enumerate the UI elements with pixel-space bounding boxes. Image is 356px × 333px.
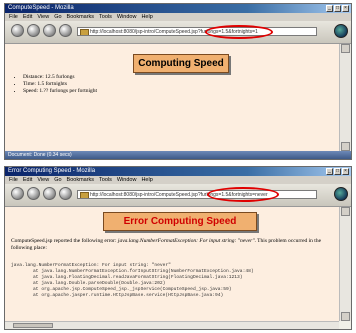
scroll-thumb[interactable] — [13, 323, 53, 328]
menu-view[interactable]: View — [37, 176, 49, 184]
menu-edit[interactable]: Edit — [23, 176, 32, 184]
error-type: java.lang.NumberFormatException: For inp… — [117, 238, 255, 244]
back-button[interactable] — [11, 187, 24, 200]
reload-button[interactable] — [43, 187, 56, 200]
page-heading: Error Computing Speed — [103, 212, 257, 231]
menu-go[interactable]: Go — [54, 13, 61, 21]
stop-button[interactable] — [59, 187, 72, 200]
menu-view[interactable]: View — [37, 13, 49, 21]
trace-line: at org.apache.jsp.ComputeSpeed_jsp._jspS… — [11, 287, 232, 292]
url-highlight-oval — [207, 187, 279, 202]
forward-button[interactable] — [27, 187, 40, 200]
page-heading: Computing Speed — [133, 54, 229, 73]
stack-trace: java.lang.NumberFormatException: For inp… — [11, 263, 254, 299]
menu-file[interactable]: File — [9, 176, 18, 184]
menu-file[interactable]: File — [9, 13, 18, 21]
trace-line: at org.apache.jasper.runtime.HttpJspBase… — [11, 293, 224, 298]
url-field[interactable]: http://localhost:8080/jsp-intro/ComputeS… — [77, 190, 317, 199]
menu-go[interactable]: Go — [54, 176, 61, 184]
menu-tools[interactable]: Tools — [99, 13, 112, 21]
trace-line: java.lang.NumberFormatException: For inp… — [11, 263, 171, 268]
page-content: Error Computing Speed ComputeSpeed.jsp r… — [5, 207, 339, 321]
maximize-icon[interactable]: □ — [334, 168, 341, 175]
menu-window[interactable]: Window — [117, 13, 137, 21]
nav-toolbar: http://localhost:8080/jsp-intro/ComputeS… — [5, 184, 351, 207]
menu-window[interactable]: Window — [117, 176, 137, 184]
back-button[interactable] — [11, 24, 24, 37]
close-icon[interactable]: × — [342, 168, 349, 175]
reload-button[interactable] — [43, 24, 56, 37]
window-titlebar[interactable]: Error Computing Speed - Mozilla _ □ × — [5, 167, 351, 176]
menu-bar: File Edit View Go Bookmarks Tools Window… — [5, 176, 351, 184]
throbber-icon — [334, 187, 348, 201]
minimize-icon[interactable]: _ — [326, 168, 333, 175]
time-item: Time: 1.5 fortnights — [23, 81, 97, 88]
scroll-up-icon[interactable] — [341, 44, 350, 53]
menu-help[interactable]: Help — [141, 176, 152, 184]
status-bar: Document: Done (0.34 secs) — [5, 151, 351, 159]
scroll-down-icon[interactable] — [341, 312, 350, 321]
vertical-scrollbar[interactable] — [339, 44, 351, 151]
speed-results-list: Distance: 12.5 furlongs Time: 1.5 fortni… — [11, 74, 97, 95]
page-content: Computing Speed Distance: 12.5 furlongs … — [5, 44, 339, 151]
window-title: Error Computing Speed - Mozilla — [8, 168, 96, 174]
scroll-down-icon[interactable] — [341, 142, 350, 151]
forward-button[interactable] — [27, 24, 40, 37]
trace-line: at java.lang.FloatingDecimal.readJavaFor… — [11, 275, 243, 280]
menu-tools[interactable]: Tools — [99, 176, 112, 184]
status-text: Document: Done (0.34 secs) — [8, 152, 72, 158]
error-message: ComputeSpeed.jsp reported the following … — [11, 238, 322, 251]
vertical-scrollbar[interactable] — [339, 207, 351, 321]
maximize-icon[interactable]: □ — [334, 5, 341, 12]
nav-toolbar: http://localhost:8080/jsp-intro/ComputeS… — [5, 21, 351, 44]
scroll-up-icon[interactable] — [341, 207, 350, 216]
distance-item: Distance: 12.5 furlongs — [23, 74, 97, 81]
browser-window-compute-speed: ComputeSpeed - Mozilla _ □ × File Edit V… — [4, 3, 352, 160]
throbber-icon — [334, 24, 348, 38]
page-icon — [80, 29, 89, 35]
menu-bookmarks[interactable]: Bookmarks — [67, 176, 95, 184]
menu-edit[interactable]: Edit — [23, 13, 32, 21]
trace-line: at java.lang.Double.parseDouble(Double.j… — [11, 281, 166, 286]
menu-bar: File Edit View Go Bookmarks Tools Window… — [5, 13, 351, 21]
page-icon — [80, 192, 89, 198]
minimize-icon[interactable]: _ — [326, 5, 333, 12]
browser-window-error: Error Computing Speed - Mozilla _ □ × Fi… — [4, 166, 352, 330]
url-highlight-oval — [205, 25, 273, 39]
window-title: ComputeSpeed - Mozilla — [8, 5, 74, 11]
url-field[interactable]: http://localhost:8080/jsp-intro/ComputeS… — [77, 27, 317, 36]
menu-bookmarks[interactable]: Bookmarks — [67, 13, 95, 21]
window-titlebar[interactable]: ComputeSpeed - Mozilla _ □ × — [5, 4, 351, 13]
close-icon[interactable]: × — [342, 5, 349, 12]
stop-button[interactable] — [59, 24, 72, 37]
menu-help[interactable]: Help — [141, 13, 152, 21]
speed-item: Speed: 1.?? furlongs per fortnight — [23, 88, 97, 95]
horizontal-scrollbar[interactable] — [5, 321, 339, 329]
trace-line: at java.lang.NumberFormatException.forIn… — [11, 269, 254, 274]
